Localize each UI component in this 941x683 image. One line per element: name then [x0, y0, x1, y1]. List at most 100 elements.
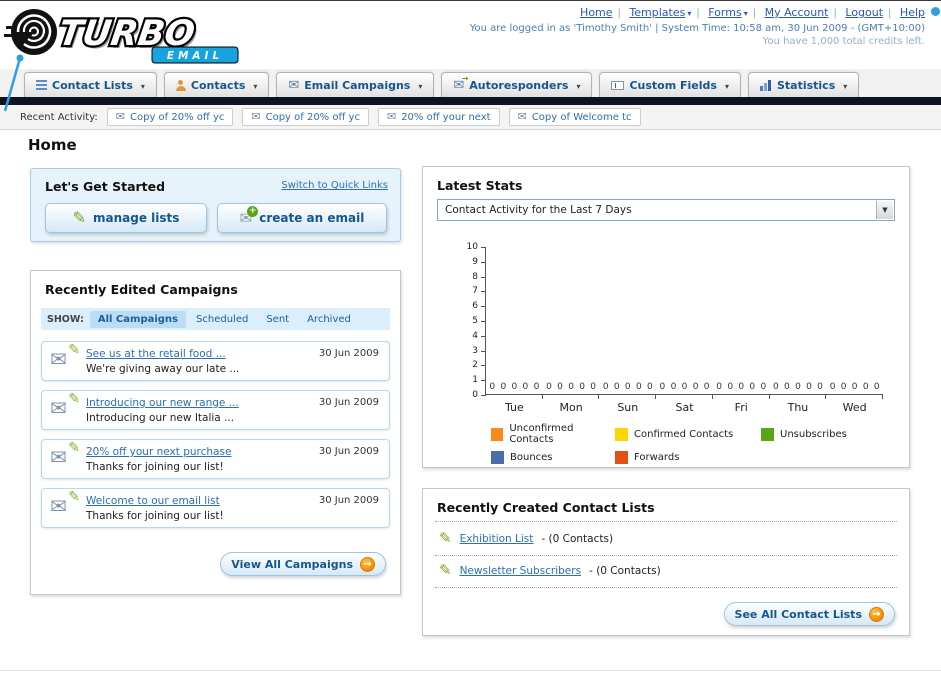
value-label: 0 [716, 382, 722, 392]
tab-custom-fields[interactable]: Custom Fields [599, 72, 741, 97]
chart-day-group: 0 0 0 0 0 Sat [656, 247, 713, 414]
separator [691, 6, 704, 19]
recent-activity-label: Recent Activity: [20, 111, 98, 123]
campaign-link[interactable]: 20% off your next purchase [86, 446, 231, 458]
contact-list-count: - (0 Contacts) [589, 564, 661, 577]
nav-divider-bar [0, 97, 941, 105]
value-label: 0 [873, 382, 880, 392]
stats-chart-groups: 0 0 0 0 0 Tue 0 0 0 0 0 Mon 0 0 0 0 0 Sun 0 0 0 0 0 Sat 0 0 0 0 0 Fri… [486, 247, 883, 414]
value-labels: 00000 [773, 382, 823, 392]
campaign-date: 30 Jun 2009 [318, 446, 379, 457]
nav-link-my-account[interactable]: My Account [765, 6, 829, 19]
campaign-link[interactable]: See us at the retail food ... [86, 348, 226, 360]
nav-link-templates[interactable]: Templates [629, 6, 685, 19]
envelope-pencil-icon [50, 490, 80, 520]
filter-scheduled[interactable]: Scheduled [188, 311, 256, 328]
campaigns-filter-strip: SHOW: All Campaigns Scheduled Sent Archi… [41, 308, 390, 330]
recent-activity-item[interactable]: 20% off your next [377, 108, 500, 126]
blue-dot-decoration [931, 7, 940, 16]
filter-all-campaigns[interactable]: All Campaigns [89, 310, 187, 328]
envelope-pencil-icon [50, 343, 80, 373]
y-axis-tick [481, 365, 486, 367]
y-axis-tick [481, 350, 486, 352]
tab-contacts[interactable]: Contacts [163, 72, 270, 97]
value-label: 0 [738, 382, 745, 392]
stats-period-dropdown[interactable]: Contact Activity for the Last 7 Days [437, 199, 895, 221]
value-label: 0 [806, 382, 812, 392]
button-label: View All Campaigns [231, 557, 353, 571]
custom-fields-icon [611, 80, 625, 90]
stats-title: Latest Stats [437, 178, 523, 193]
contact-list-link[interactable]: Newsletter Subscribers [460, 565, 581, 577]
y-axis-tick-label: 10 [466, 242, 478, 252]
contact-lists-title: Recently Created Contact Lists [437, 500, 655, 515]
nav-link-home[interactable]: Home [580, 6, 612, 19]
value-label: 0 [670, 382, 677, 392]
contact-list-link[interactable]: Exhibition List [460, 533, 534, 545]
nav-link-logout[interactable]: Logout [845, 6, 883, 19]
value-label: 0 [546, 382, 552, 392]
envelope-icon [251, 111, 260, 123]
value-label: 0 [590, 382, 597, 392]
campaign-subtitle: Thanks for joining our list! [86, 461, 224, 473]
x-axis-day-label: Fri [734, 401, 748, 414]
switch-quick-links[interactable]: Switch to Quick Links [281, 180, 388, 191]
recent-activity-item[interactable]: Copy of 20% off yc [106, 108, 234, 126]
page-title: Home [28, 136, 77, 154]
view-all-campaigns-button[interactable]: View All Campaigns [220, 552, 386, 576]
campaign-row: 20% off your next purchase Thanks for jo… [41, 439, 390, 479]
create-email-button[interactable]: create an email [217, 203, 387, 233]
filter-sent[interactable]: Sent [258, 311, 297, 328]
chart-day-group: 0 0 0 0 0 Sun [599, 247, 656, 414]
contact-lists-icon [36, 80, 47, 90]
tab-label: Contact Lists [52, 78, 133, 92]
get-started-title: Let's Get Started [45, 179, 166, 194]
contact-list-count: - (0 Contacts) [541, 532, 614, 545]
value-label: 0 [681, 382, 688, 392]
arrow-right-icon [869, 606, 884, 622]
x-axis-day-label: Mon [559, 401, 583, 414]
value-label: 0 [613, 382, 620, 392]
button-label: create an email [259, 211, 365, 225]
value-label: 0 [760, 382, 767, 392]
pencil-icon [439, 531, 452, 546]
y-axis-tick [481, 321, 486, 322]
recent-activity-item[interactable]: Copy of Welcome tc [508, 108, 641, 126]
campaign-link[interactable]: Welcome to our email list [86, 495, 220, 507]
tab-contact-lists[interactable]: Contact Lists [24, 72, 157, 97]
application-window: TURBO TURBO EMAIL Home Templates Forms M… [0, 0, 941, 683]
dotted-divider [435, 587, 897, 588]
top-header: TURBO TURBO EMAIL Home Templates Forms M… [0, 1, 941, 112]
envelope-pencil-icon [50, 392, 80, 422]
filter-archived[interactable]: Archived [299, 311, 359, 328]
logo-subtitle: EMAIL [167, 50, 223, 62]
y-axis-tick [481, 291, 486, 293]
dotted-divider [435, 555, 897, 556]
legend-swatch [491, 451, 504, 464]
separator [829, 6, 842, 19]
manage-lists-button[interactable]: manage lists [45, 203, 207, 233]
value-label: 0 [862, 382, 869, 392]
y-axis-tick [481, 335, 486, 337]
tab-autoresponders[interactable]: Autoresponders [441, 72, 593, 97]
campaign-row: Welcome to our email list Thanks for joi… [41, 488, 390, 528]
envelope-icon [518, 111, 527, 123]
tab-email-campaigns[interactable]: Email Campaigns [276, 72, 435, 97]
legend-label: Unsubscribes [780, 428, 847, 440]
campaign-subtitle: We're giving away our late ... [86, 363, 240, 375]
value-label: 0 [795, 382, 801, 392]
tab-statistics[interactable]: Statistics [747, 72, 860, 97]
y-axis-tick [481, 247, 486, 248]
y-axis-tick-label: 6 [472, 301, 478, 312]
contact-lists-panel: Recently Created Contact Lists Exhibitio… [422, 488, 910, 636]
chevron-down-icon [573, 79, 580, 92]
recent-activity-item[interactable]: Copy of 20% off yc [242, 108, 369, 126]
chart-day-group: 0 0 0 0 0 Wed [826, 247, 883, 414]
value-label: 0 [749, 382, 756, 392]
nav-link-help[interactable]: Help [900, 6, 925, 19]
legend-swatch [615, 451, 628, 464]
see-all-contact-lists-button[interactable]: See All Contact Lists [723, 602, 895, 626]
nav-link-forms[interactable]: Forms [708, 6, 741, 19]
campaign-link[interactable]: Introducing our new range ... [86, 397, 239, 409]
chevron-down-icon [415, 79, 422, 92]
